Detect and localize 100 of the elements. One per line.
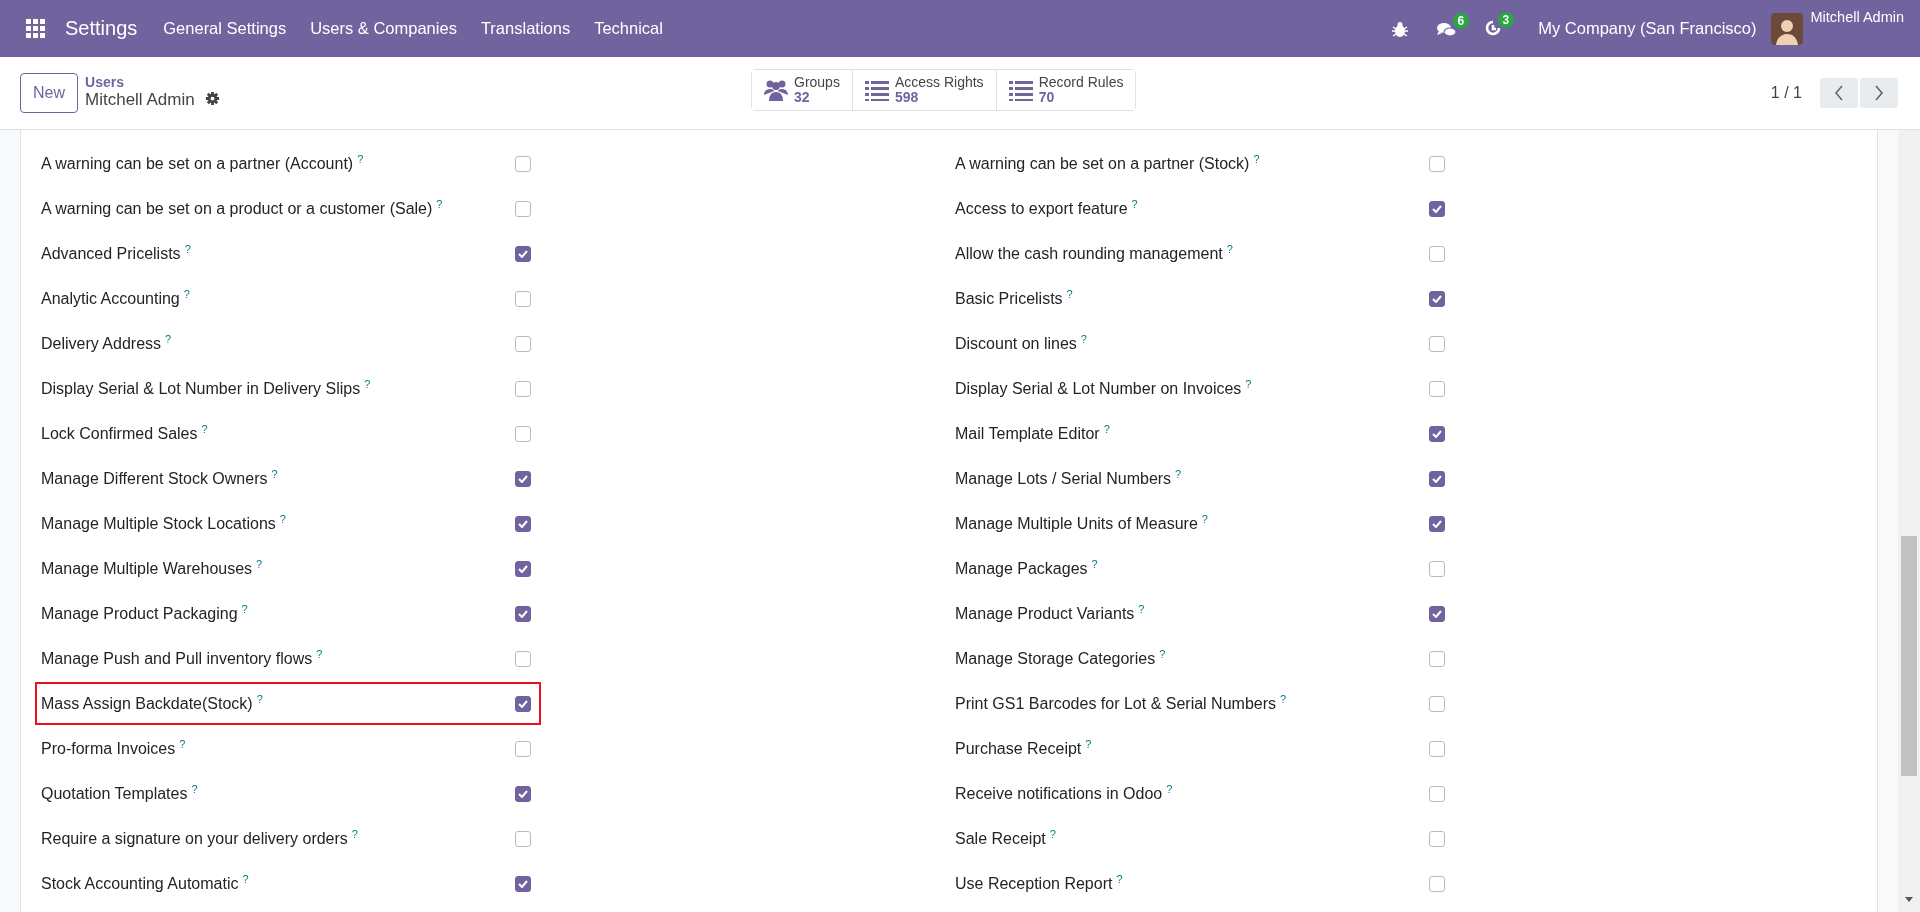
checkbox[interactable] xyxy=(515,560,531,577)
checkbox[interactable] xyxy=(515,695,531,712)
bug-icon[interactable] xyxy=(1392,20,1409,37)
help-tooltip[interactable]: ? xyxy=(1159,648,1166,661)
checkbox[interactable] xyxy=(515,470,531,487)
previous-button[interactable] xyxy=(1820,78,1858,108)
help-tooltip[interactable]: ? xyxy=(364,378,371,391)
checkbox[interactable] xyxy=(515,380,531,397)
next-button[interactable] xyxy=(1860,78,1898,108)
setting-label: Manage Multiple Units of Measure xyxy=(955,515,1198,533)
help-tooltip[interactable]: ? xyxy=(1103,423,1110,436)
checkbox[interactable] xyxy=(1429,425,1445,442)
help-tooltip[interactable]: ? xyxy=(184,243,191,256)
checkbox[interactable] xyxy=(515,740,531,757)
smart-button-label: Groups xyxy=(794,74,840,90)
setting-label: Allow the cash rounding management xyxy=(955,245,1223,263)
help-tooltip[interactable]: ? xyxy=(1253,153,1260,166)
checkbox[interactable] xyxy=(1429,155,1445,172)
help-tooltip[interactable]: ? xyxy=(1166,783,1173,796)
help-tooltip[interactable]: ? xyxy=(1116,873,1123,886)
help-tooltip[interactable]: ? xyxy=(351,828,358,841)
menu-item[interactable]: General Settings xyxy=(163,19,287,38)
checkbox[interactable] xyxy=(515,875,531,892)
setting-label: Stock Accounting Automatic xyxy=(41,875,239,893)
help-tooltip[interactable]: ? xyxy=(1080,333,1087,346)
help-tooltip[interactable]: ? xyxy=(1201,513,1208,526)
checkbox[interactable] xyxy=(515,335,531,352)
help-tooltip[interactable]: ? xyxy=(179,738,186,751)
help-tooltip[interactable]: ? xyxy=(165,333,172,346)
help-tooltip[interactable]: ? xyxy=(1175,468,1182,481)
help-tooltip[interactable]: ? xyxy=(1131,198,1138,211)
checkbox[interactable] xyxy=(515,200,531,217)
checkbox[interactable] xyxy=(1429,335,1445,352)
help-tooltip[interactable]: ? xyxy=(1085,738,1092,751)
menu-item[interactable]: Translations xyxy=(480,19,571,38)
help-tooltip[interactable]: ? xyxy=(1091,558,1098,571)
help-tooltip[interactable]: ? xyxy=(201,423,208,436)
help-tooltip[interactable]: ? xyxy=(242,873,249,886)
setting-label: Print GS1 Barcodes for Lot & Serial Numbers xyxy=(955,695,1277,713)
gear-icon[interactable] xyxy=(204,90,220,106)
help-tooltip[interactable]: ? xyxy=(1049,828,1056,841)
checkbox[interactable] xyxy=(1429,830,1445,847)
checkbox[interactable] xyxy=(1429,650,1445,667)
chat-icon[interactable] xyxy=(1436,20,1458,37)
help-tooltip[interactable]: ? xyxy=(1138,603,1145,616)
checkbox[interactable] xyxy=(515,830,531,847)
smart-button[interactable]: Record Rules 70 xyxy=(995,70,1136,110)
checkbox[interactable] xyxy=(1429,200,1445,217)
checkbox[interactable] xyxy=(515,290,531,307)
help-tooltip[interactable]: ? xyxy=(1280,693,1287,706)
smart-button-count: 32 xyxy=(794,90,810,106)
checkbox[interactable] xyxy=(515,155,531,172)
checkbox[interactable] xyxy=(1429,740,1445,757)
checkbox[interactable] xyxy=(1429,695,1445,712)
help-tooltip[interactable]: ? xyxy=(316,648,323,661)
check-icon xyxy=(518,564,528,573)
checkbox[interactable] xyxy=(1429,245,1445,262)
help-tooltip[interactable]: ? xyxy=(279,513,286,526)
setting-label: Manage Lots / Serial Numbers xyxy=(955,470,1172,488)
checkbox[interactable] xyxy=(515,245,531,262)
help-tooltip[interactable]: ? xyxy=(256,693,263,706)
help-tooltip[interactable]: ? xyxy=(357,153,364,166)
help-tooltip[interactable]: ? xyxy=(256,558,263,571)
help-tooltip[interactable]: ? xyxy=(436,198,443,211)
setting-label: Display Serial & Lot Number in Delivery Slips xyxy=(41,380,361,398)
help-tooltip[interactable]: ? xyxy=(183,288,190,301)
checkbox[interactable] xyxy=(515,425,531,442)
checkbox[interactable] xyxy=(1429,470,1445,487)
check-icon xyxy=(518,789,528,798)
checkbox[interactable] xyxy=(515,515,531,532)
menu-item[interactable]: Technical xyxy=(594,19,663,38)
pager-value[interactable]: 1 / 1 xyxy=(1770,84,1802,102)
clock-icon[interactable] xyxy=(1485,20,1503,37)
app-title[interactable]: Settings xyxy=(65,17,138,40)
checkbox[interactable] xyxy=(515,785,531,802)
smart-button-label: Record Rules xyxy=(1038,74,1124,90)
help-tooltip[interactable]: ? xyxy=(271,468,278,481)
list-icon xyxy=(864,79,889,101)
company-switcher[interactable]: My Company (San Francisco) xyxy=(1538,19,1757,38)
checkbox[interactable] xyxy=(1429,290,1445,307)
checkbox[interactable] xyxy=(1429,875,1445,892)
setting-label: Quotation Templates xyxy=(41,785,188,803)
user-name[interactable]: Mitchell Admin xyxy=(1810,8,1904,25)
checkbox[interactable] xyxy=(515,605,531,622)
checkbox[interactable] xyxy=(1429,515,1445,532)
breadcrumb-link[interactable]: Users xyxy=(85,75,220,91)
help-tooltip[interactable]: ? xyxy=(241,603,248,616)
checkbox[interactable] xyxy=(1429,560,1445,577)
help-tooltip[interactable]: ? xyxy=(1226,243,1233,256)
scrollbar-thumb[interactable] xyxy=(1901,536,1917,776)
help-tooltip[interactable]: ? xyxy=(1245,378,1252,391)
scrollbar[interactable] xyxy=(1898,130,1920,912)
help-tooltip[interactable]: ? xyxy=(1066,288,1073,301)
help-tooltip[interactable]: ? xyxy=(191,783,198,796)
menu-item[interactable]: Users & Companies xyxy=(310,19,457,38)
checkbox[interactable] xyxy=(1429,605,1445,622)
checkbox[interactable] xyxy=(1429,380,1445,397)
new-button[interactable]: New xyxy=(20,73,78,113)
checkbox[interactable] xyxy=(1429,785,1445,802)
checkbox[interactable] xyxy=(515,650,531,667)
